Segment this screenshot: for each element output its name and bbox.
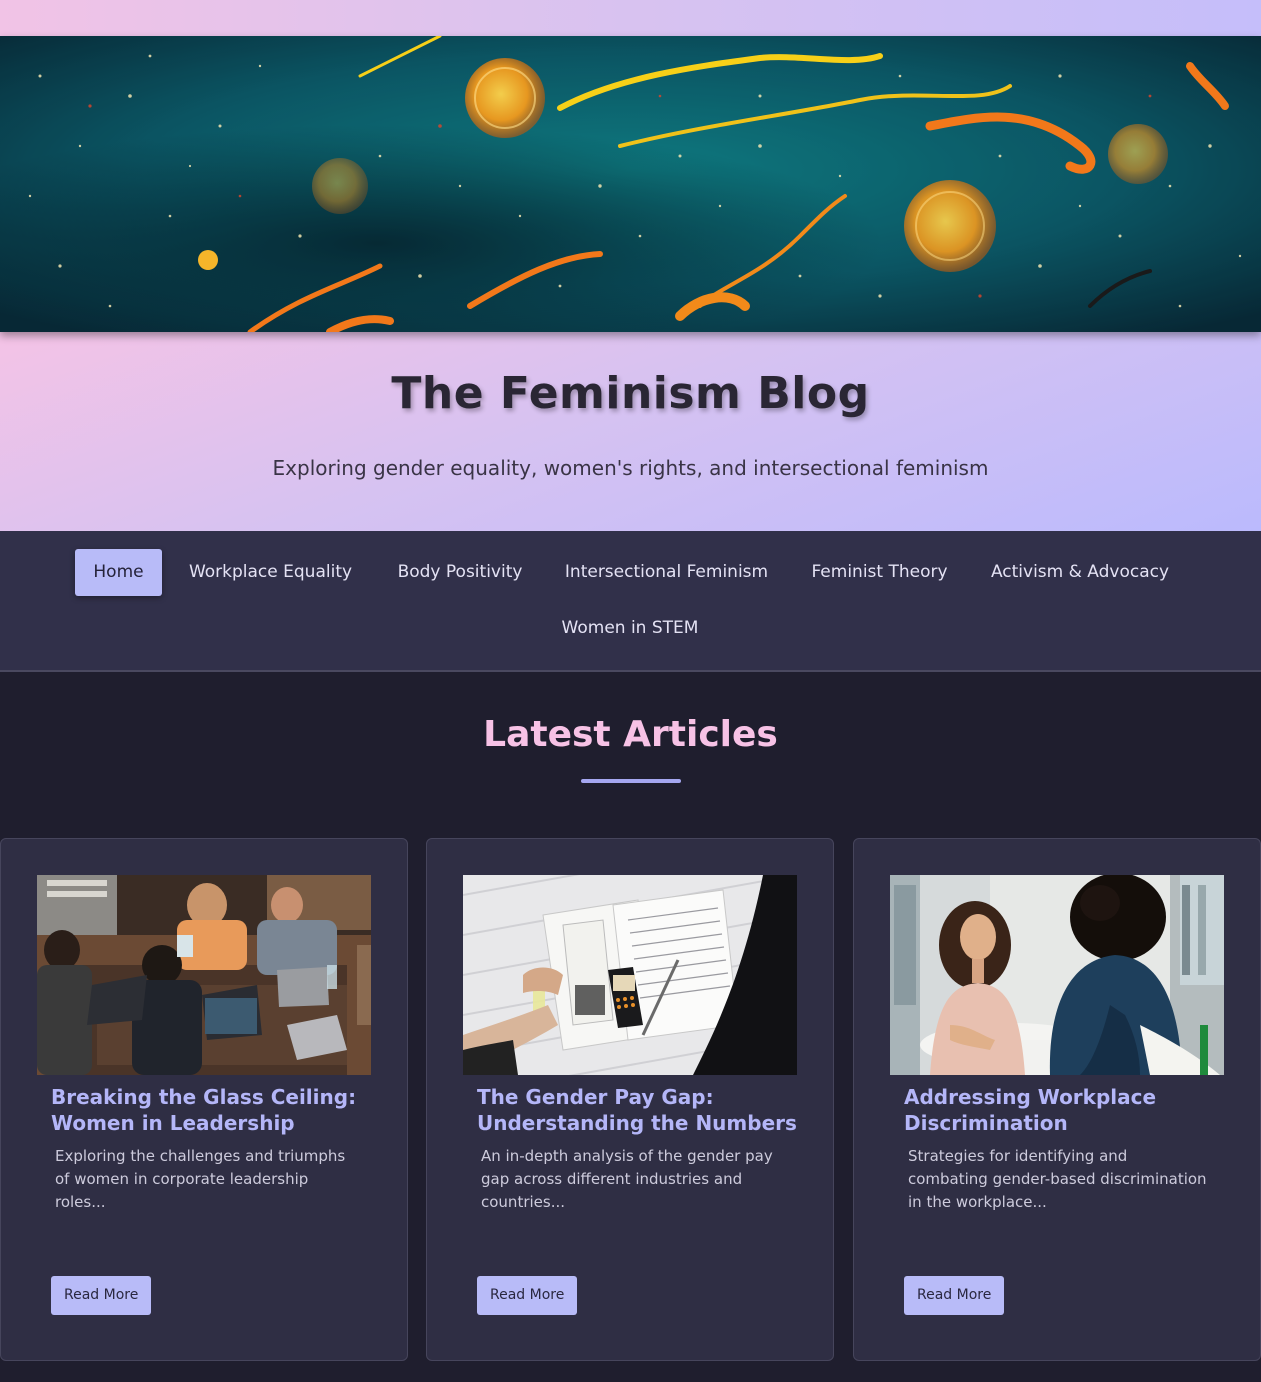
read-more-button[interactable]: Read More [904, 1276, 1005, 1315]
article-excerpt: An in-depth analysis of the gender pay g… [481, 1147, 773, 1211]
article-title[interactable]: The Gender Pay Gap: Understanding the Nu… [477, 1084, 797, 1136]
article-card: Breaking the Glass Ceiling: Women in Lea… [0, 838, 408, 1361]
hero-banner-image [0, 36, 1261, 332]
nav-item-body-positivity[interactable]: Body Positivity [390, 549, 530, 596]
main-navigation: Home Workplace Equality Body Positivity … [0, 531, 1261, 672]
article-excerpt: Strategies for identifying and combating… [908, 1147, 1207, 1211]
article-image-tax-documents[interactable] [463, 875, 797, 1075]
article-card: The Gender Pay Gap: Understanding the Nu… [426, 838, 834, 1361]
top-gradient-strip [0, 0, 1261, 36]
article-card: Addressing Workplace Discrimination Stra… [853, 838, 1261, 1361]
section-title-underline [581, 779, 681, 783]
read-more-button[interactable]: Read More [51, 1276, 152, 1315]
nav-item-feminist-theory[interactable]: Feminist Theory [804, 549, 955, 596]
site-tagline: Exploring gender equality, women's right… [272, 456, 989, 480]
nav-item-workplace-equality[interactable]: Workplace Equality [180, 549, 361, 596]
article-image-team-meeting[interactable] [37, 875, 371, 1075]
header-banner: The Feminism Blog Exploring gender equal… [0, 332, 1261, 531]
article-image-two-women-conversation[interactable] [890, 875, 1224, 1075]
nav-item-home[interactable]: Home [75, 549, 162, 596]
article-excerpt: Exploring the challenges and triumphs of… [55, 1147, 346, 1211]
read-more-button[interactable]: Read More [477, 1276, 578, 1315]
nav-item-intersectional-feminism[interactable]: Intersectional Feminism [558, 549, 775, 596]
article-title[interactable]: Breaking the Glass Ceiling: Women in Lea… [51, 1084, 371, 1136]
article-title[interactable]: Addressing Workplace Discrimination [904, 1084, 1224, 1136]
site-title: The Feminism Blog [391, 368, 870, 419]
section-title-latest-articles: Latest Articles [483, 714, 778, 755]
nav-item-activism-advocacy[interactable]: Activism & Advocacy [984, 549, 1176, 596]
nav-item-women-in-stem[interactable]: Women in STEM [554, 605, 706, 652]
